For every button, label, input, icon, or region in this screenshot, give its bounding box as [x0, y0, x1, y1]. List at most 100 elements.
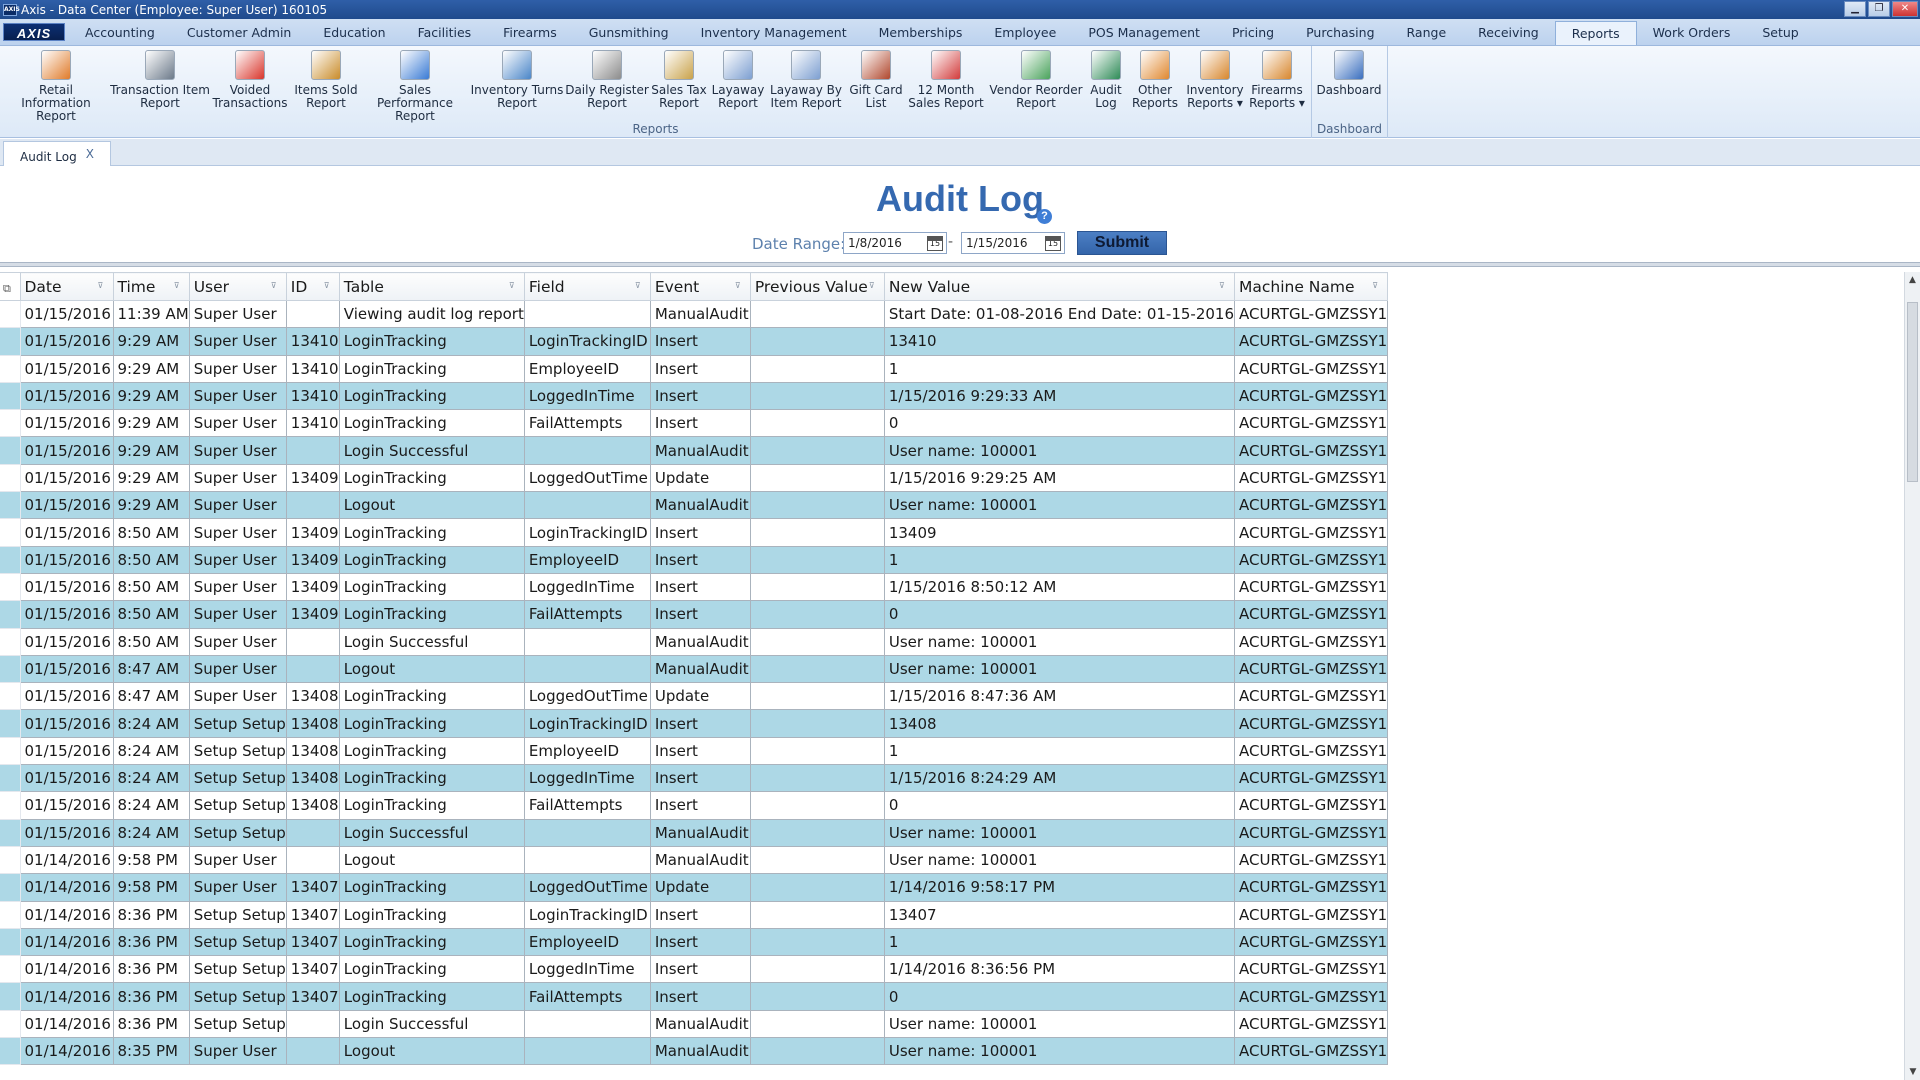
- cell-event[interactable]: ManualAudit: [649, 299, 751, 329]
- ribbon-button-12-month-sales-report[interactable]: 12 Month Sales Report: [896, 50, 996, 110]
- cell-event[interactable]: Insert: [649, 927, 751, 957]
- cell-user[interactable]: Setup Setup: [188, 900, 287, 929]
- cell-table[interactable]: Logout: [338, 1037, 525, 1066]
- cell-date[interactable]: 01/14/2016: [19, 1037, 114, 1066]
- row-selector[interactable]: [0, 572, 21, 602]
- cell-machine-name[interactable]: ACURTGL-GMZSSY1: [1233, 299, 1389, 329]
- cell-previous-value[interactable]: [749, 900, 885, 929]
- cell-time[interactable]: 8:47 AM: [112, 682, 190, 711]
- table-row[interactable]: 01/15/2016 8:50 AM Super User 13409 LoginTra…: [0, 572, 1389, 602]
- cell-time[interactable]: 8:24 AM: [112, 791, 190, 820]
- cell-id[interactable]: 13408: [285, 764, 340, 793]
- cell-machine-name[interactable]: ACURTGL-GMZSSY1: [1233, 381, 1389, 411]
- row-selector[interactable]: [0, 1009, 21, 1039]
- table-row[interactable]: 01/15/2016 9:29 AM Super User 13410 LoginTra…: [0, 381, 1389, 411]
- cell-id[interactable]: 13409: [285, 600, 340, 629]
- row-selector[interactable]: [0, 791, 21, 820]
- row-selector[interactable]: [0, 927, 21, 957]
- cell-new-value[interactable]: 1/14/2016 8:36:56 PM: [883, 955, 1236, 984]
- cell-table[interactable]: LoginTracking: [338, 736, 525, 766]
- table-row[interactable]: 01/15/2016 8:24 AM Setup Setup 13408 LoginTr…: [0, 709, 1389, 738]
- column-header-machine-name[interactable]: Machine Name ⊽: [1233, 272, 1389, 301]
- row-selector[interactable]: [0, 682, 21, 711]
- cell-event[interactable]: Insert: [649, 600, 751, 629]
- cell-field[interactable]: LoggedInTime: [523, 764, 651, 793]
- cell-new-value[interactable]: 13407: [883, 900, 1236, 929]
- filter-icon[interactable]: ⊽: [735, 281, 745, 291]
- table-row[interactable]: 01/14/2016 8:36 PM Setup Setup Login Succes…: [0, 1009, 1389, 1039]
- cell-table[interactable]: Login Successful: [338, 436, 525, 465]
- row-selector[interactable]: [0, 354, 21, 383]
- row-selector[interactable]: [0, 982, 21, 1011]
- cell-new-value[interactable]: 1/15/2016 9:29:33 AM: [883, 381, 1236, 411]
- menu-tab-memberships[interactable]: Memberships: [863, 19, 979, 45]
- cell-machine-name[interactable]: ACURTGL-GMZSSY1: [1233, 1037, 1389, 1066]
- cell-time[interactable]: 8:35 PM: [112, 1037, 190, 1066]
- cell-time[interactable]: 9:29 AM: [112, 327, 190, 356]
- cell-id[interactable]: 13408: [285, 736, 340, 766]
- cell-event[interactable]: ManualAudit: [649, 654, 751, 684]
- cell-table[interactable]: Login Successful: [338, 1009, 525, 1039]
- table-row[interactable]: 01/15/2016 8:24 AM Setup Setup Login Succes…: [0, 818, 1389, 847]
- cell-new-value[interactable]: 1: [883, 736, 1236, 766]
- close-tab-icon[interactable]: X: [86, 147, 94, 161]
- cell-time[interactable]: 8:50 AM: [112, 518, 190, 547]
- table-row[interactable]: 01/14/2016 8:36 PM Setup Setup 13407 LoginTr…: [0, 900, 1389, 929]
- cell-table[interactable]: Logout: [338, 491, 525, 520]
- menu-tab-pos-management[interactable]: POS Management: [1072, 19, 1216, 45]
- row-selector[interactable]: [0, 545, 21, 574]
- cell-machine-name[interactable]: ACURTGL-GMZSSY1: [1233, 791, 1389, 820]
- cell-table[interactable]: Logout: [338, 845, 525, 875]
- cell-field[interactable]: [523, 654, 651, 684]
- cell-new-value[interactable]: User name: 100001: [883, 845, 1236, 875]
- cell-event[interactable]: ManualAudit: [649, 845, 751, 875]
- column-header-time[interactable]: Time ⊽: [112, 272, 190, 301]
- table-row[interactable]: 01/15/2016 9:29 AM Super User 13410 LoginTra…: [0, 409, 1389, 438]
- cell-new-value[interactable]: 1/15/2016 8:24:29 AM: [883, 764, 1236, 793]
- ribbon-button-retail-information-report[interactable]: Retail Information Report: [6, 50, 106, 123]
- cell-previous-value[interactable]: [749, 327, 885, 356]
- cell-machine-name[interactable]: ACURTGL-GMZSSY1: [1233, 491, 1389, 520]
- cell-machine-name[interactable]: ACURTGL-GMZSSY1: [1233, 682, 1389, 711]
- close-window-button[interactable]: ✕: [1892, 1, 1918, 17]
- cell-time[interactable]: 8:50 AM: [112, 572, 190, 602]
- column-header-user[interactable]: User ⊽: [188, 272, 287, 301]
- column-header-new-value[interactable]: New Value ⊽: [883, 272, 1236, 301]
- menu-tab-facilities[interactable]: Facilities: [402, 19, 488, 45]
- cell-id[interactable]: 13410: [285, 327, 340, 356]
- cell-new-value[interactable]: 1: [883, 927, 1236, 957]
- row-header-corner[interactable]: ⧉: [0, 272, 21, 301]
- cell-event[interactable]: ManualAudit: [649, 1009, 751, 1039]
- cell-field[interactable]: [523, 1009, 651, 1039]
- column-header-event[interactable]: Event ⊽: [649, 272, 751, 301]
- cell-field[interactable]: [523, 491, 651, 520]
- cell-new-value[interactable]: 0: [883, 982, 1236, 1011]
- cell-machine-name[interactable]: ACURTGL-GMZSSY1: [1233, 545, 1389, 574]
- cell-user[interactable]: Super User: [188, 1037, 287, 1066]
- menu-tab-purchasing[interactable]: Purchasing: [1290, 19, 1390, 45]
- cell-id[interactable]: 13409: [285, 463, 340, 493]
- cell-id[interactable]: 13410: [285, 409, 340, 438]
- cell-user[interactable]: Super User: [188, 491, 287, 520]
- cell-time[interactable]: 8:24 AM: [112, 818, 190, 847]
- cell-new-value[interactable]: 1/14/2016 9:58:17 PM: [883, 873, 1236, 902]
- cell-date[interactable]: 01/14/2016: [19, 1009, 114, 1039]
- cell-table[interactable]: LoginTracking: [338, 572, 525, 602]
- cell-user[interactable]: Super User: [188, 845, 287, 875]
- ribbon-button-transaction-item-report[interactable]: Transaction Item Report: [110, 50, 210, 110]
- cell-event[interactable]: Insert: [649, 518, 751, 547]
- cell-previous-value[interactable]: [749, 682, 885, 711]
- cell-field[interactable]: FailAttempts: [523, 600, 651, 629]
- cell-table[interactable]: LoginTracking: [338, 354, 525, 383]
- cell-date[interactable]: 01/15/2016: [19, 518, 114, 547]
- column-header-previous-value[interactable]: Previous Value ⊽: [749, 272, 885, 301]
- cell-table[interactable]: LoginTracking: [338, 600, 525, 629]
- filter-icon[interactable]: ⊽: [635, 281, 645, 291]
- cell-time[interactable]: 9:29 AM: [112, 409, 190, 438]
- cell-field[interactable]: FailAttempts: [523, 791, 651, 820]
- cell-date[interactable]: 01/15/2016: [19, 572, 114, 602]
- cell-date[interactable]: 01/14/2016: [19, 955, 114, 984]
- cell-event[interactable]: Insert: [649, 709, 751, 738]
- cell-previous-value[interactable]: [749, 1037, 885, 1066]
- table-row[interactable]: 01/15/2016 8:24 AM Setup Setup 13408 LoginTr…: [0, 764, 1389, 793]
